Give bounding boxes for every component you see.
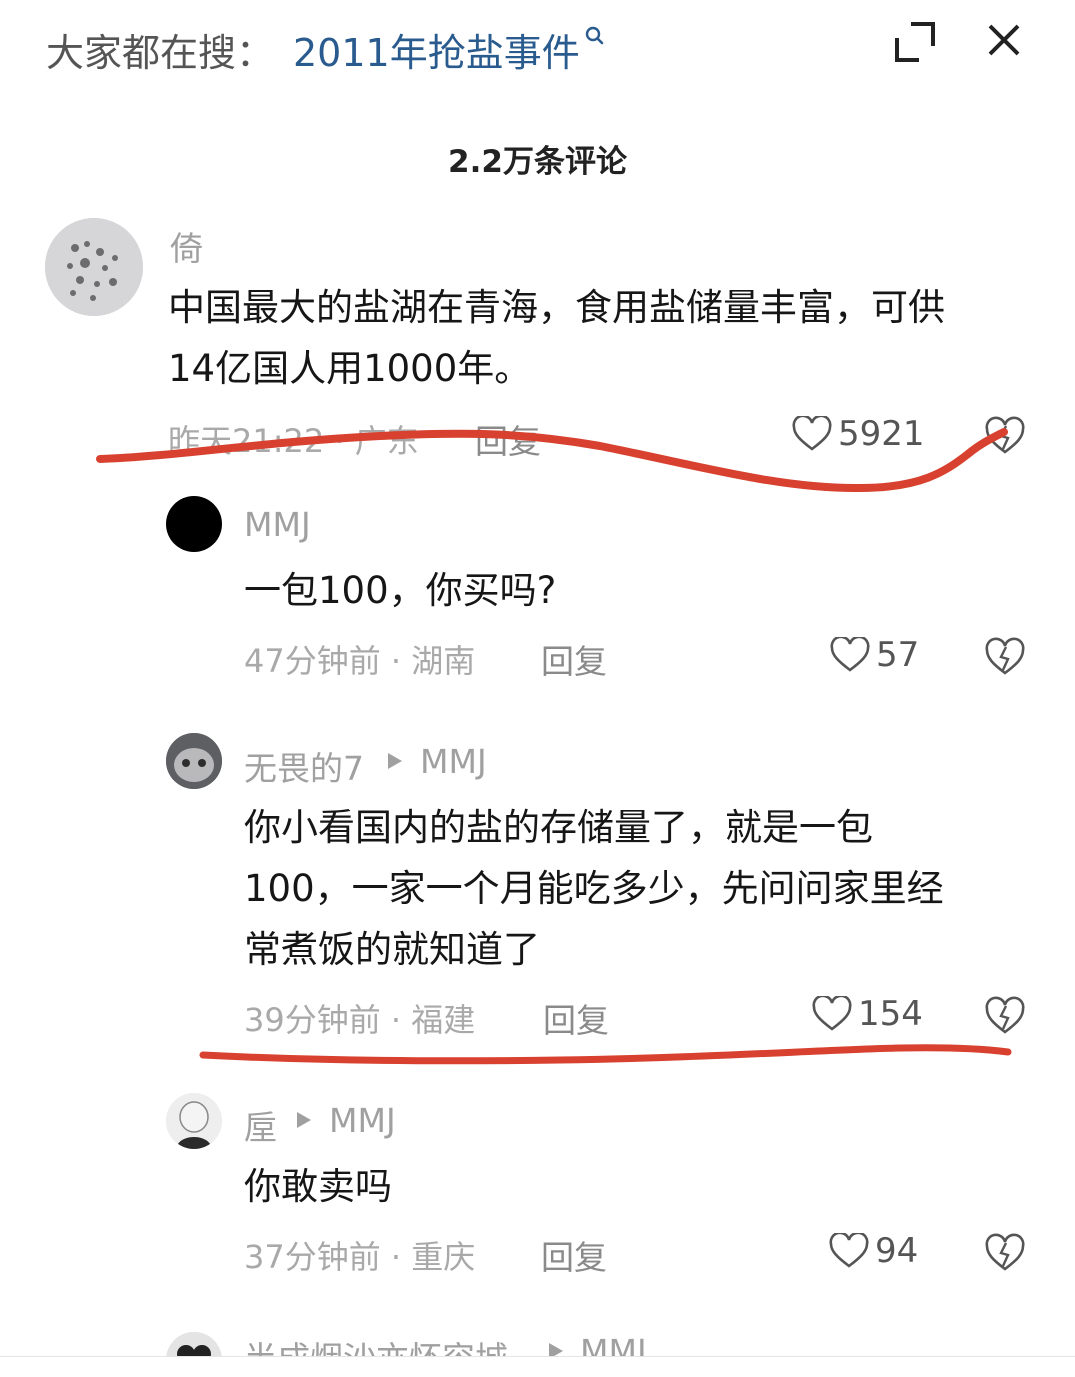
red-annotation-strokes <box>96 428 1012 1065</box>
reply-to-username[interactable]: MMJ <box>329 1101 396 1140</box>
comment-meta: 昨天21:22 · 广东 <box>168 422 419 460</box>
avatar[interactable] <box>166 1332 222 1356</box>
avatar[interactable] <box>166 1093 222 1149</box>
like-count: 154 <box>858 994 923 1034</box>
comment-text: 你小看国内的盐的存储量了，就是一包 <box>244 806 873 849</box>
comment-text: 100，一家一个月能吃多少，先问问家里经 <box>244 867 944 910</box>
reply-arrow-icon <box>388 753 402 769</box>
comment-username[interactable]: 半成烟沙亦怀容城 <box>244 1332 508 1356</box>
comment-username[interactable]: 无畏的7 <box>244 742 364 790</box>
reply-button[interactable]: 回复 <box>541 1231 607 1279</box>
search-prefix: 大家都在搜： <box>46 31 275 75</box>
like-button[interactable]: 94 <box>829 1231 918 1271</box>
like-count: 57 <box>876 635 920 675</box>
like-count: 5921 <box>838 414 925 454</box>
heart-icon <box>792 416 832 451</box>
reply-button[interactable]: 回复 <box>541 635 607 683</box>
comment-text: 14亿国人用1000年。 <box>168 347 532 390</box>
dislike-icon[interactable] <box>985 1233 1025 1273</box>
reply-arrow-icon <box>549 1343 563 1356</box>
comment-text: 常煮饭的就知道了 <box>244 928 540 971</box>
reply-arrow-icon <box>297 1112 311 1128</box>
dislike-icon[interactable] <box>985 416 1025 456</box>
comment-meta: 47分钟前 · 湖南 <box>244 642 476 680</box>
avatar[interactable] <box>45 218 143 316</box>
comment-meta: 39分钟前 · 福建 <box>244 1001 476 1039</box>
reply-to-username[interactable]: MMJ <box>580 1332 647 1356</box>
search-icon[interactable] <box>585 26 605 48</box>
like-button[interactable]: 154 <box>812 994 923 1034</box>
comment-text: 一包100，你买吗? <box>244 569 557 612</box>
comment-username[interactable]: 垕 <box>244 1101 277 1149</box>
like-count: 94 <box>875 1231 919 1271</box>
comment-partial: 半成烟沙亦怀容城 MMJ <box>0 1320 1075 1356</box>
red-annotation-stroke <box>199 1044 1012 1065</box>
divider <box>0 1356 1075 1357</box>
expand-icon[interactable] <box>893 20 937 64</box>
like-button[interactable]: 57 <box>830 635 919 675</box>
avatar[interactable] <box>166 496 222 552</box>
comment-username[interactable]: 倚 <box>170 222 203 270</box>
comment-meta: 37分钟前 · 重庆 <box>244 1238 476 1276</box>
reply-button[interactable]: 回复 <box>543 994 609 1042</box>
comment-username[interactable]: MMJ <box>244 505 311 544</box>
heart-icon <box>812 996 852 1031</box>
avatar[interactable] <box>166 733 222 789</box>
reply-button[interactable]: 回复 <box>475 415 541 463</box>
heart-icon <box>829 1233 869 1268</box>
dislike-icon[interactable] <box>985 637 1025 677</box>
comment-text: 你敢卖吗 <box>244 1165 392 1208</box>
reply-to-username[interactable]: MMJ <box>420 742 487 781</box>
heart-icon <box>830 637 870 672</box>
comment-count: 2.2万条评论 <box>448 144 627 180</box>
dislike-icon[interactable] <box>985 996 1025 1036</box>
like-button[interactable]: 5921 <box>792 414 925 454</box>
search-suggestion-link[interactable]: 2011年抢盐事件 <box>293 22 580 77</box>
comment-text: 中国最大的盐湖在青海，食用盐储量丰富，可供 <box>168 286 945 329</box>
close-icon[interactable] <box>982 18 1026 62</box>
